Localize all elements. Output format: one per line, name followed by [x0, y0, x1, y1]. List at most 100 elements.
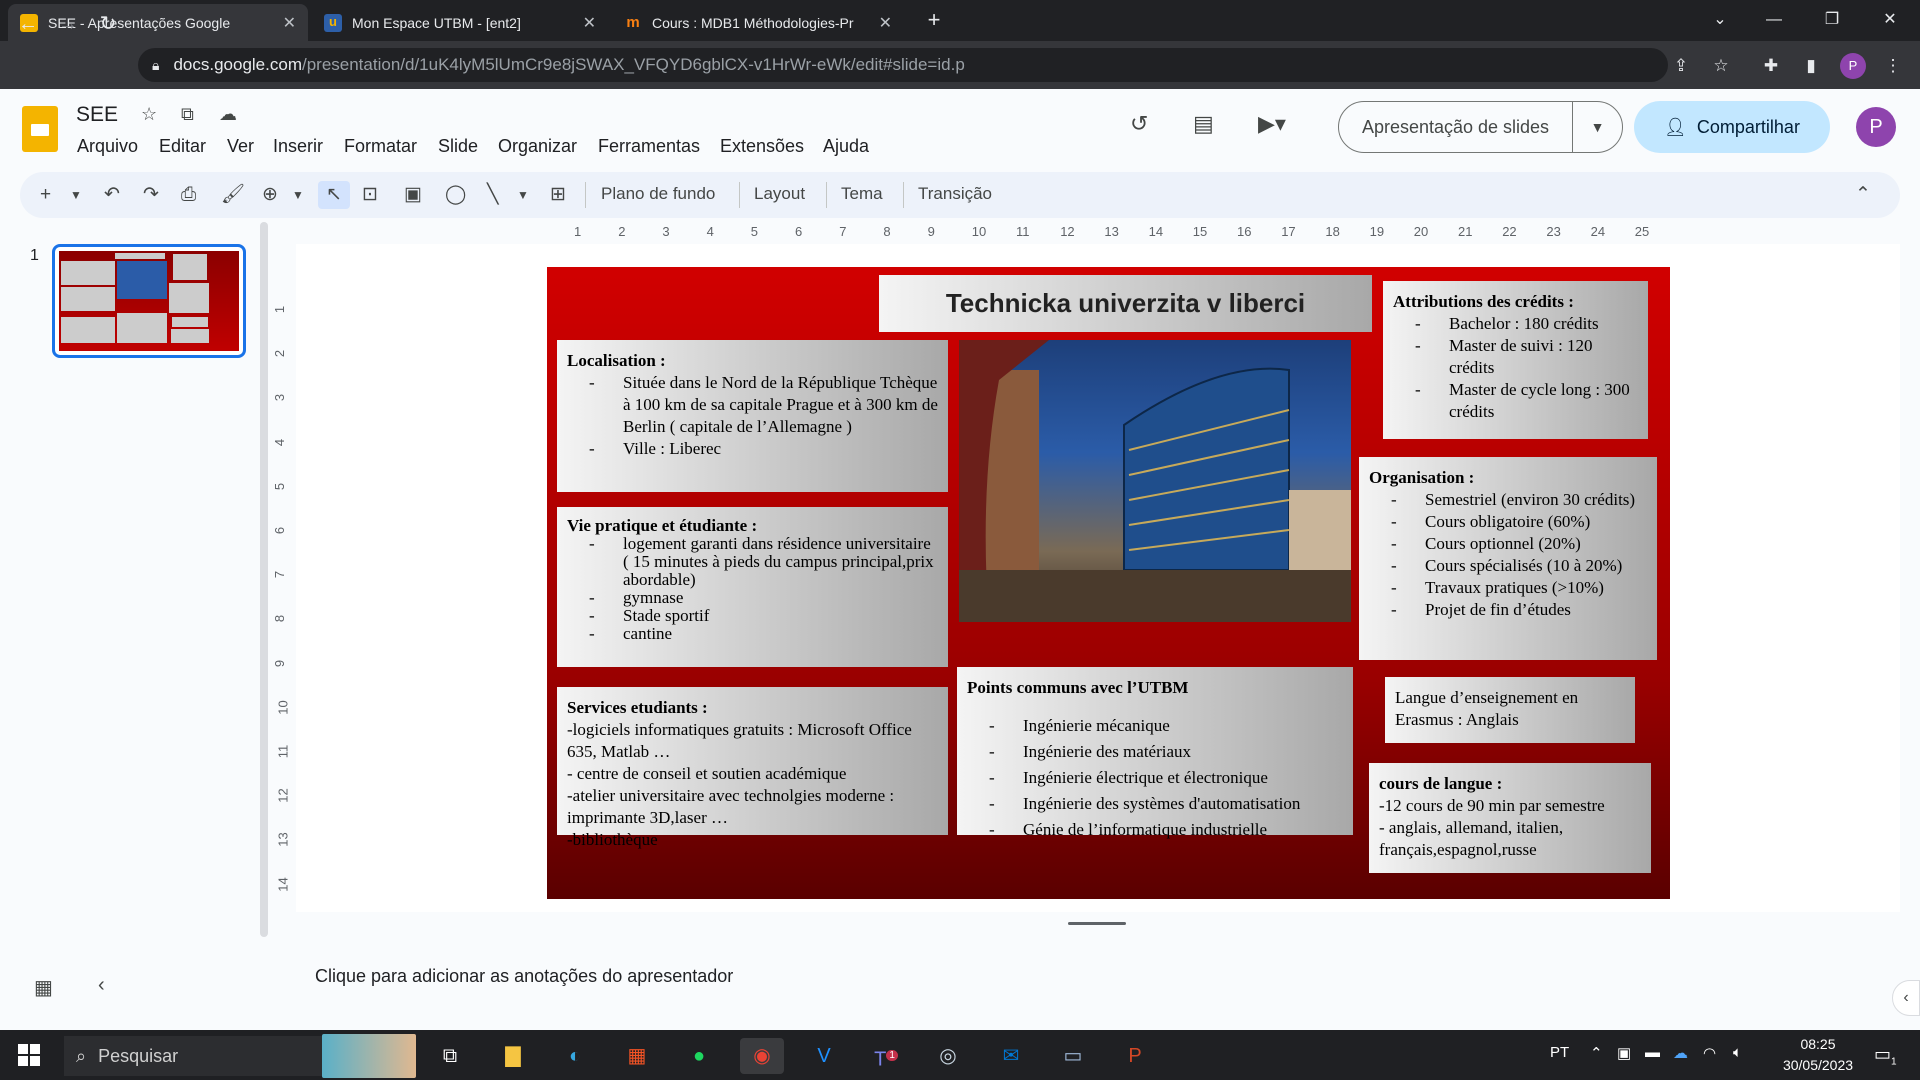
slide-thumbnail[interactable]: [52, 244, 246, 358]
undo-icon[interactable]: ↶: [104, 181, 120, 209]
remote-desktop-icon[interactable]: ▭: [1051, 1038, 1095, 1074]
tab-utbm[interactable]: u Mon Espace UTBM - [ent2] ✕: [312, 4, 608, 41]
campus-building-photo[interactable]: [959, 340, 1351, 622]
browser-menu-icon[interactable]: ⋮: [1880, 53, 1906, 79]
layout-button[interactable]: Layout: [754, 184, 805, 204]
filmstrip-scrollbar[interactable]: [260, 222, 268, 937]
mail-icon[interactable]: ✉: [989, 1038, 1033, 1074]
menu-arquivo[interactable]: Arquivo: [77, 136, 138, 157]
insert-image-icon[interactable]: ▣: [404, 181, 422, 209]
shape-icon[interactable]: ◯: [445, 181, 466, 209]
slides-logo-icon[interactable]: [22, 106, 58, 152]
side-panel-icon[interactable]: ▮: [1798, 53, 1824, 79]
windows-start-icon[interactable]: [18, 1044, 40, 1066]
task-view-icon[interactable]: ⧉: [428, 1038, 472, 1074]
account-avatar[interactable]: P: [1856, 107, 1896, 147]
back-icon[interactable]: ←: [14, 10, 42, 38]
present-button[interactable]: Apresentação de slides: [1339, 117, 1572, 138]
side-panel-toggle-icon[interactable]: ‹: [1892, 980, 1920, 1016]
zoom-icon[interactable]: ⊕: [262, 181, 278, 209]
vie-pratique-box[interactable]: Vie pratique et étudiante : logement gar…: [557, 507, 948, 667]
share-button[interactable]: 👤︎ Compartilhar: [1634, 101, 1830, 153]
file-explorer-icon[interactable]: ▇: [491, 1038, 535, 1074]
share-page-icon[interactable]: ⇪: [1668, 53, 1694, 79]
wifi-icon[interactable]: ◠: [1703, 1044, 1716, 1062]
menu-ferramentas[interactable]: Ferramentas: [598, 136, 700, 157]
notification-center-icon[interactable]: ▭1: [1874, 1044, 1897, 1068]
menu-organizar[interactable]: Organizar: [498, 136, 577, 157]
text-box-icon[interactable]: ⊡: [362, 181, 378, 209]
collapse-toolbar-icon[interactable]: ⌃: [1855, 181, 1871, 209]
tab-see-slides[interactable]: SEE - Apresentações Google ✕: [8, 4, 308, 41]
meet-now-icon[interactable]: ▣: [1617, 1044, 1631, 1062]
cloud-saved-icon[interactable]: ☁: [219, 104, 237, 125]
comments-icon[interactable]: ▤: [1193, 111, 1214, 137]
cours-langue-box[interactable]: cours de langue : -12 cours de 90 min pa…: [1369, 763, 1651, 873]
chrome-icon[interactable]: ◉: [740, 1038, 784, 1074]
speaker-notes-placeholder[interactable]: Clique para adicionar as anotações do ap…: [315, 966, 733, 987]
slide[interactable]: Technicka univerzita v liberci Localisat…: [547, 267, 1670, 899]
points-communs-box[interactable]: Points communs avec l’UTBM Ingénierie mé…: [957, 667, 1353, 843]
line-dropdown-icon[interactable]: ▼: [517, 181, 529, 209]
battery-icon[interactable]: ▬: [1645, 1044, 1660, 1061]
minimize-button[interactable]: —: [1754, 6, 1794, 34]
notes-resize-handle[interactable]: [1068, 922, 1126, 925]
services-box[interactable]: Services etudiants : -logiciels informat…: [557, 687, 948, 849]
edge-icon[interactable]: ◐: [553, 1038, 597, 1074]
reload-icon[interactable]: ↻: [94, 10, 122, 38]
menu-editar[interactable]: Editar: [159, 136, 206, 157]
menu-slide[interactable]: Slide: [438, 136, 478, 157]
slide-title[interactable]: Technicka univerzita v liberci: [879, 275, 1372, 332]
organisation-box[interactable]: Organisation : Semestriel (environ 30 cr…: [1359, 457, 1657, 660]
onedrive-icon[interactable]: ☁: [1673, 1044, 1688, 1062]
browser-profile-avatar[interactable]: P: [1840, 53, 1866, 79]
tab-moodle[interactable]: m Cours : MDB1 Méthodologies-Pr ✕: [612, 4, 904, 41]
close-window-button[interactable]: ✕: [1870, 6, 1910, 34]
new-slide-layout-dropdown-icon[interactable]: ▼: [70, 181, 82, 209]
show-hidden-icons-icon[interactable]: ⌃: [1590, 1044, 1603, 1062]
menu-ver[interactable]: Ver: [227, 136, 254, 157]
langue-enseignement-box[interactable]: Langue d’enseignement en Erasmus : Angla…: [1385, 677, 1635, 743]
menu-inserir[interactable]: Inserir: [273, 136, 323, 157]
bookmark-star-icon[interactable]: ☆: [1708, 53, 1734, 79]
redo-icon[interactable]: ↷: [143, 181, 159, 209]
select-icon[interactable]: ↖: [318, 181, 350, 209]
background-button[interactable]: Plano de fundo: [601, 184, 715, 204]
paint-format-icon[interactable]: 🖌︎: [221, 181, 245, 209]
new-slide-icon[interactable]: +: [40, 181, 51, 209]
print-icon[interactable]: ⎙: [181, 181, 196, 209]
close-tab-icon[interactable]: ✕: [879, 13, 892, 33]
theme-button[interactable]: Tema: [841, 184, 883, 204]
collapse-filmstrip-icon[interactable]: ‹: [98, 974, 105, 997]
spotify-icon[interactable]: ●: [677, 1038, 721, 1074]
version-history-icon[interactable]: ↺: [1130, 111, 1148, 137]
address-bar[interactable]: 🔒︎ docs.google.com/presentation/d/1uK4ly…: [138, 48, 1668, 82]
localisation-box[interactable]: Localisation : Située dans le Nord de la…: [557, 340, 948, 492]
forward-icon[interactable]: →: [54, 10, 82, 38]
menu-extensoes[interactable]: Extensões: [720, 136, 804, 157]
credits-box[interactable]: Attributions des crédits : Bachelor : 18…: [1383, 281, 1648, 439]
microsoft-store-icon[interactable]: ▦: [615, 1038, 659, 1074]
move-folder-icon[interactable]: ⧉: [181, 104, 194, 125]
menu-formatar[interactable]: Formatar: [344, 136, 417, 157]
vertical-ruler[interactable]: 1 2 3 4 5 6 7 8 9 10 11 12 13 14: [272, 262, 296, 902]
taskbar-clock[interactable]: 08:25 30/05/2023: [1778, 1034, 1858, 1076]
zoom-dropdown-icon[interactable]: ▼: [292, 181, 304, 209]
powerpoint-icon[interactable]: P: [1113, 1038, 1157, 1074]
present-options-dropdown-icon[interactable]: ▼: [1572, 102, 1622, 152]
horizontal-ruler[interactable]: 1 2 3 4 5 6 7 8 9 10 11 12 13 14 15 16 17 18 19 20 21 22 23 24 2…: [552, 222, 1672, 244]
restore-button[interactable]: ❐: [1812, 6, 1852, 34]
vivado-icon[interactable]: V: [802, 1038, 846, 1074]
close-tab-icon[interactable]: ✕: [283, 13, 296, 33]
extensions-icon[interactable]: ✚: [1758, 53, 1784, 79]
grid-view-icon[interactable]: ▦: [34, 975, 53, 1000]
close-tab-icon[interactable]: ✕: [583, 13, 596, 33]
line-icon[interactable]: ╲: [487, 181, 498, 209]
tab-search-icon[interactable]: ⌄: [1700, 6, 1740, 34]
steam-icon[interactable]: ◎: [926, 1038, 970, 1074]
volume-icon[interactable]: 🔈︎: [1733, 1044, 1742, 1061]
document-title[interactable]: SEE: [76, 103, 118, 127]
meet-camera-icon[interactable]: ▶▾: [1258, 111, 1286, 137]
add-comment-icon[interactable]: ⊞: [550, 181, 566, 209]
menu-ajuda[interactable]: Ajuda: [823, 136, 869, 157]
